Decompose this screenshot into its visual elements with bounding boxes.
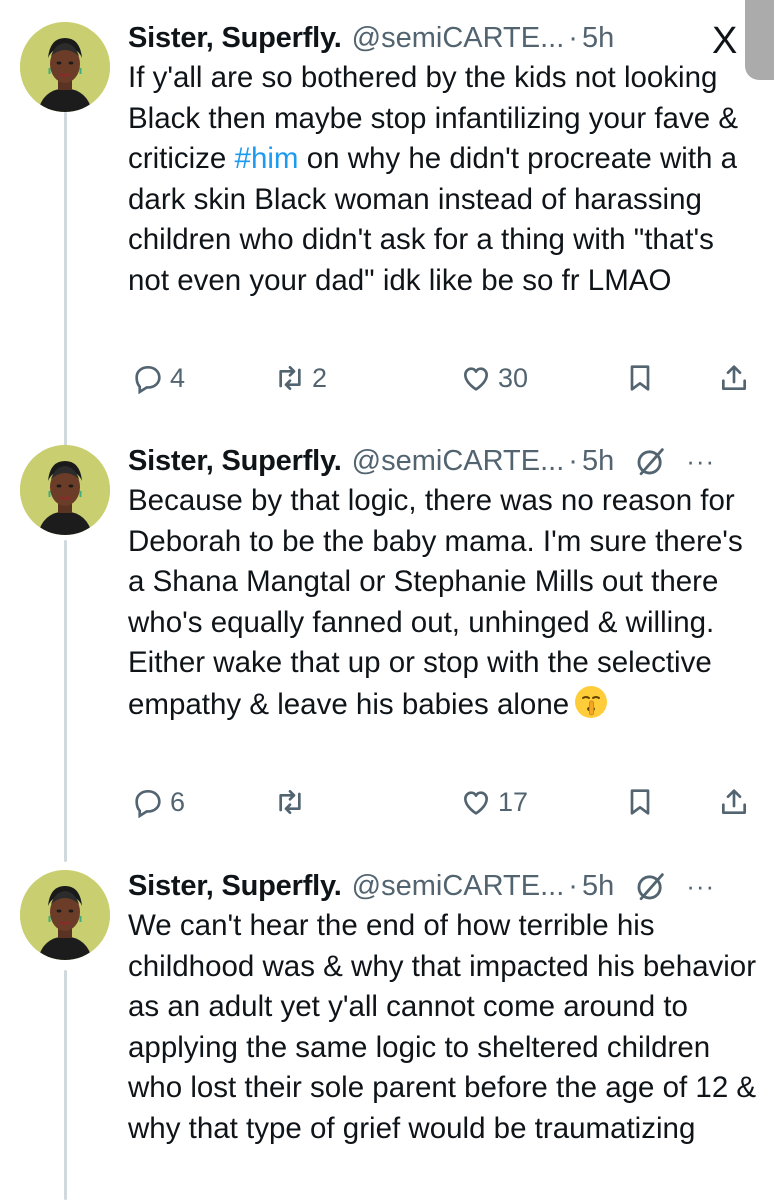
avatar-illustration-icon	[20, 870, 110, 960]
like-button[interactable]: 17	[460, 782, 528, 822]
tweet-text: We can't hear the end of how terrible hi…	[128, 909, 757, 1145]
user-handle[interactable]: @semiCARTE...	[352, 441, 565, 481]
bookmark-icon	[630, 789, 650, 815]
timestamp[interactable]: 5h	[582, 18, 614, 58]
tweet-text-part: Because by that logic, there was no reas…	[128, 484, 743, 721]
timestamp[interactable]: 5h	[582, 441, 614, 481]
thread-line	[64, 540, 67, 862]
more-options-icon[interactable]: ···	[686, 448, 715, 474]
close-icon[interactable]: X	[712, 22, 737, 60]
avatar-illustration-icon	[20, 22, 110, 112]
reply-count: 6	[170, 786, 186, 817]
bookmark-button[interactable]	[624, 782, 656, 822]
avatar[interactable]	[20, 445, 110, 535]
reply-icon	[135, 366, 161, 394]
repost-icon	[279, 366, 301, 390]
like-button[interactable]: 30	[460, 358, 528, 398]
reply-button[interactable]: 6	[132, 782, 185, 822]
grok-icon[interactable]	[634, 869, 668, 903]
avatar[interactable]	[20, 870, 110, 960]
tweet-actions: 6 17	[128, 782, 758, 822]
repost-button[interactable]: 2	[274, 358, 327, 398]
user-handle[interactable]: @semiCARTE...	[352, 866, 565, 906]
grok-icon[interactable]	[634, 444, 668, 478]
thread-line	[64, 112, 67, 450]
display-name[interactable]: Sister, Superfly.	[128, 441, 342, 481]
bookmark-button[interactable]	[624, 358, 656, 398]
bookmark-icon	[630, 365, 650, 391]
reply-count: 4	[170, 362, 186, 393]
reply-icon	[135, 790, 161, 818]
share-button[interactable]	[718, 782, 750, 822]
heart-icon	[464, 367, 488, 391]
shushing-face-emoji-icon	[575, 685, 608, 718]
tweet-actions: 4 2 30	[128, 358, 758, 398]
repost-icon	[279, 790, 301, 814]
thread-line	[64, 970, 67, 1200]
share-icon	[722, 789, 746, 814]
display-name[interactable]: Sister, Superfly.	[128, 866, 342, 906]
share-icon	[722, 365, 746, 390]
like-count: 17	[498, 786, 529, 817]
separator-dot: ·	[568, 445, 578, 477]
tweet-header: Sister, Superfly. @semiCARTE... · 5h ···	[128, 866, 715, 906]
avatar-illustration-icon	[20, 445, 110, 535]
tweet-header: Sister, Superfly. @semiCARTE... · 5h ···	[128, 441, 715, 481]
repost-count: 2	[312, 362, 328, 393]
tweet-text: If y'all are so bothered by the kids not…	[128, 58, 758, 301]
reply-button[interactable]: 4	[132, 358, 185, 398]
hashtag-link[interactable]: #him	[235, 142, 299, 175]
user-handle[interactable]: @semiCARTE...	[352, 18, 565, 58]
tweet-text: Because by that logic, there was no reas…	[128, 481, 758, 725]
timestamp[interactable]: 5h	[582, 866, 614, 906]
separator-dot: ·	[568, 870, 578, 902]
repost-button[interactable]	[274, 782, 312, 822]
heart-icon	[464, 791, 488, 815]
separator-dot: ·	[568, 22, 578, 54]
tweet-header: Sister, Superfly. @semiCARTE... · 5h	[128, 18, 614, 58]
avatar[interactable]	[20, 22, 110, 112]
more-options-icon[interactable]: ···	[686, 873, 715, 899]
display-name[interactable]: Sister, Superfly.	[128, 18, 342, 58]
like-count: 30	[498, 362, 529, 393]
share-button[interactable]	[718, 358, 750, 398]
